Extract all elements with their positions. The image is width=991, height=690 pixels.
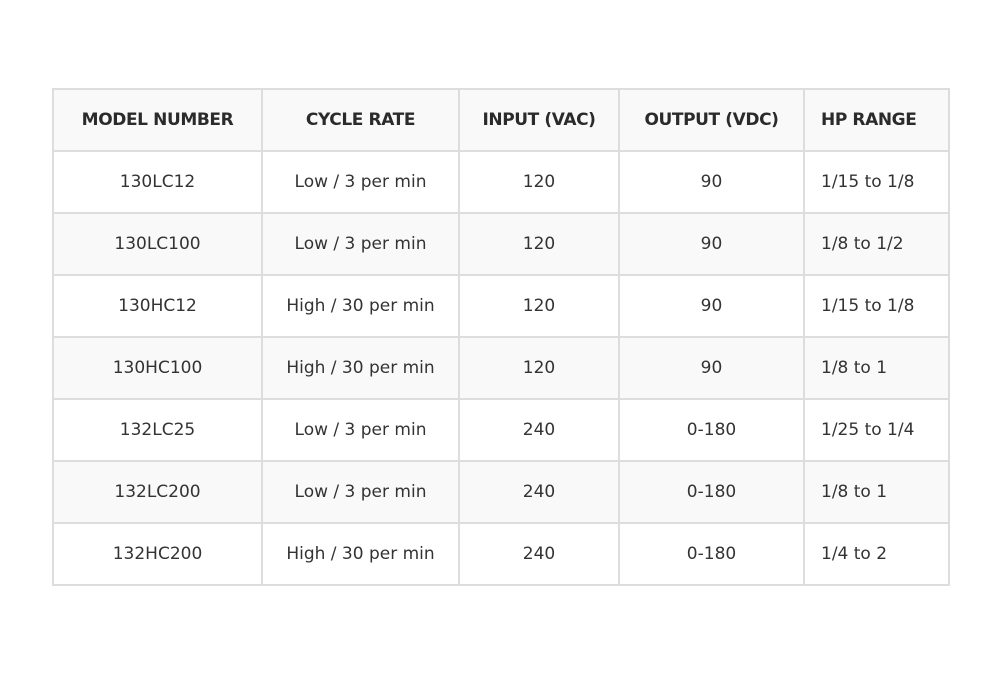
cell-model-number: 132HC200 bbox=[52, 522, 263, 586]
cell-output-vdc: 90 bbox=[618, 212, 805, 276]
cell-output-vdc: 90 bbox=[618, 336, 805, 400]
cell-hp-range: 1/8 to 1 bbox=[803, 336, 950, 400]
cell-hp-range: 1/15 to 1/8 bbox=[803, 274, 950, 338]
table-row: 130LC100 Low / 3 per min 120 90 1/8 to 1… bbox=[52, 212, 950, 276]
table-row: 132LC25 Low / 3 per min 240 0-180 1/25 t… bbox=[52, 398, 950, 462]
table-row: 130LC12 Low / 3 per min 120 90 1/15 to 1… bbox=[52, 150, 950, 214]
cell-input-vac: 120 bbox=[458, 212, 620, 276]
table-row: 130HC100 High / 30 per min 120 90 1/8 to… bbox=[52, 336, 950, 400]
cell-cycle-rate: Low / 3 per min bbox=[261, 212, 460, 276]
table-row: 132LC200 Low / 3 per min 240 0-180 1/8 t… bbox=[52, 460, 950, 524]
header-cycle-rate: CYCLE RATE bbox=[261, 88, 460, 152]
table-row: 130HC12 High / 30 per min 120 90 1/15 to… bbox=[52, 274, 950, 338]
table-header-row: MODEL NUMBER CYCLE RATE INPUT (VAC) OUTP… bbox=[52, 88, 950, 152]
cell-hp-range: 1/15 to 1/8 bbox=[803, 150, 950, 214]
cell-output-vdc: 90 bbox=[618, 150, 805, 214]
cell-hp-range: 1/8 to 1/2 bbox=[803, 212, 950, 276]
cell-hp-range: 1/25 to 1/4 bbox=[803, 398, 950, 462]
header-model-number: MODEL NUMBER bbox=[52, 88, 263, 152]
cell-output-vdc: 90 bbox=[618, 274, 805, 338]
header-hp-range: HP RANGE bbox=[803, 88, 950, 152]
cell-input-vac: 240 bbox=[458, 398, 620, 462]
cell-cycle-rate: Low / 3 per min bbox=[261, 460, 460, 524]
cell-input-vac: 240 bbox=[458, 522, 620, 586]
cell-input-vac: 120 bbox=[458, 336, 620, 400]
cell-hp-range: 1/4 to 2 bbox=[803, 522, 950, 586]
table-row: 132HC200 High / 30 per min 240 0-180 1/4… bbox=[52, 522, 950, 586]
cell-cycle-rate: Low / 3 per min bbox=[261, 398, 460, 462]
cell-input-vac: 240 bbox=[458, 460, 620, 524]
cell-model-number: 130LC12 bbox=[52, 150, 263, 214]
cell-cycle-rate: High / 30 per min bbox=[261, 336, 460, 400]
cell-input-vac: 120 bbox=[458, 150, 620, 214]
cell-model-number: 132LC25 bbox=[52, 398, 263, 462]
cell-model-number: 130LC100 bbox=[52, 212, 263, 276]
cell-model-number: 130HC12 bbox=[52, 274, 263, 338]
cell-model-number: 130HC100 bbox=[52, 336, 263, 400]
cell-model-number: 132LC200 bbox=[52, 460, 263, 524]
cell-output-vdc: 0-180 bbox=[618, 460, 805, 524]
cell-cycle-rate: High / 30 per min bbox=[261, 522, 460, 586]
model-spec-table: MODEL NUMBER CYCLE RATE INPUT (VAC) OUTP… bbox=[52, 88, 950, 586]
cell-hp-range: 1/8 to 1 bbox=[803, 460, 950, 524]
cell-output-vdc: 0-180 bbox=[618, 398, 805, 462]
cell-cycle-rate: High / 30 per min bbox=[261, 274, 460, 338]
header-output-vdc: OUTPUT (VDC) bbox=[618, 88, 805, 152]
cell-input-vac: 120 bbox=[458, 274, 620, 338]
header-input-vac: INPUT (VAC) bbox=[458, 88, 620, 152]
cell-cycle-rate: Low / 3 per min bbox=[261, 150, 460, 214]
cell-output-vdc: 0-180 bbox=[618, 522, 805, 586]
